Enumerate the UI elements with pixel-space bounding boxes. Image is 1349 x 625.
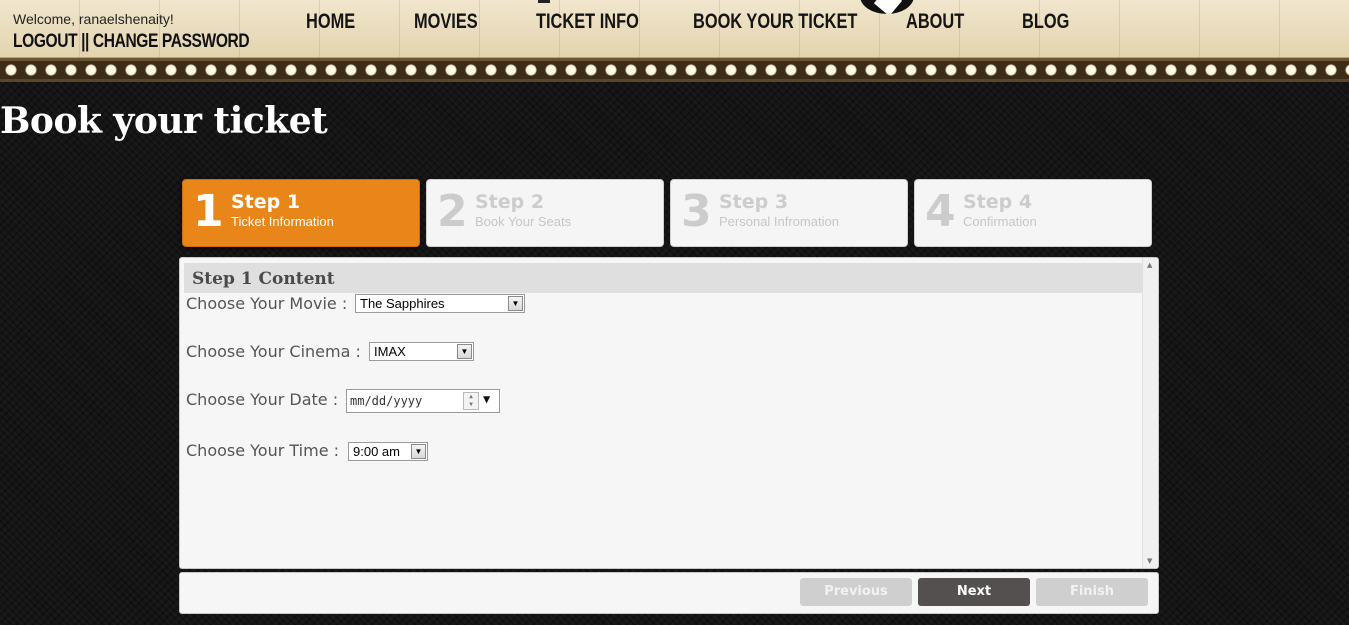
cinema-select[interactable]: IMAX ▼ (369, 342, 474, 361)
date-input[interactable]: mm/dd/yyyy ▲ ▼ ▼ (346, 389, 500, 413)
filmstrip-divider (0, 58, 1349, 82)
step-title: Step 1 (231, 191, 301, 213)
chevron-down-icon: ▼ (457, 344, 472, 359)
time-select-value: 9:00 am (353, 444, 400, 459)
cinema-label: Choose Your Cinema : (186, 342, 361, 361)
step-content-title: Step 1 Content (184, 263, 1142, 293)
scroll-up-icon[interactable]: ▲ (1147, 261, 1152, 269)
logout-link[interactable]: LOGOUT (13, 31, 78, 52)
step-number: 3 (681, 186, 712, 237)
page-title: Book your ticket (0, 100, 328, 142)
step-content-panel: Step 1 Content Choose Your Movie : The S… (179, 257, 1159, 569)
account-links: LOGOUT || CHANGE PASSWORD (13, 31, 250, 53)
nav-home[interactable]: HOME (306, 10, 355, 34)
finish-button[interactable]: Finish (1036, 578, 1148, 606)
site-header: Welcome, ranaelshenaity! LOGOUT || CHANG… (0, 0, 1349, 58)
chevron-down-icon: ▼ (411, 444, 426, 459)
next-button[interactable]: Next (918, 578, 1030, 606)
header-decoration (538, 0, 550, 3)
step-title: Step 3 (719, 191, 789, 213)
nav-movies[interactable]: MOVIES (414, 10, 478, 34)
date-label: Choose Your Date : (186, 390, 339, 409)
cinema-select-value: IMAX (374, 344, 406, 359)
step-subtitle: Book Your Seats (475, 214, 572, 229)
spin-buttons-icon[interactable]: ▲ ▼ (463, 392, 479, 410)
nav-about[interactable]: ABOUT (906, 10, 964, 34)
step-subtitle: Personal Infromation (719, 214, 839, 229)
step-subtitle: Ticket Information (231, 214, 334, 229)
movie-label: Choose Your Movie : (186, 294, 348, 313)
chevron-down-icon: ▼ (508, 296, 523, 311)
welcome-text: Welcome, ranaelshenaity! (13, 11, 174, 27)
step-number: 4 (925, 186, 956, 237)
step-tab-2[interactable]: 2 Step 2 Book Your Seats (426, 179, 664, 247)
link-separator: || (81, 31, 90, 52)
step-number: 1 (193, 186, 224, 237)
time-label: Choose Your Time : (186, 441, 340, 460)
scroll-down-icon[interactable]: ▼ (1147, 557, 1152, 565)
calendar-dropdown-icon[interactable]: ▼ (483, 392, 490, 406)
nav-ticket-info[interactable]: TICKET INFO (536, 10, 639, 34)
change-password-link[interactable]: CHANGE PASSWORD (93, 31, 250, 52)
date-placeholder: mm/dd/yyyy (350, 394, 423, 408)
content-scrollbar[interactable]: ▲ ▼ (1142, 258, 1158, 568)
step-tab-1[interactable]: 1 Step 1 Ticket Information (182, 179, 420, 247)
step-title: Step 2 (475, 191, 545, 213)
previous-button[interactable]: Previous (800, 578, 912, 606)
movie-select-value: The Sapphires (360, 296, 445, 311)
step-subtitle: Confirmation (963, 214, 1037, 229)
nav-book-your-ticket[interactable]: BOOK YOUR TICKET (693, 10, 857, 34)
nav-blog[interactable]: BLOG (1022, 10, 1069, 34)
step-number: 2 (437, 186, 468, 237)
step-tab-3[interactable]: 3 Step 3 Personal Infromation (670, 179, 908, 247)
movie-select[interactable]: The Sapphires ▼ (355, 294, 525, 313)
time-select[interactable]: 9:00 am ▼ (348, 442, 428, 461)
step-tab-4[interactable]: 4 Step 4 Confirmation (914, 179, 1152, 247)
step-title: Step 4 (963, 191, 1033, 213)
wizard-button-bar: Previous Next Finish (179, 572, 1159, 614)
